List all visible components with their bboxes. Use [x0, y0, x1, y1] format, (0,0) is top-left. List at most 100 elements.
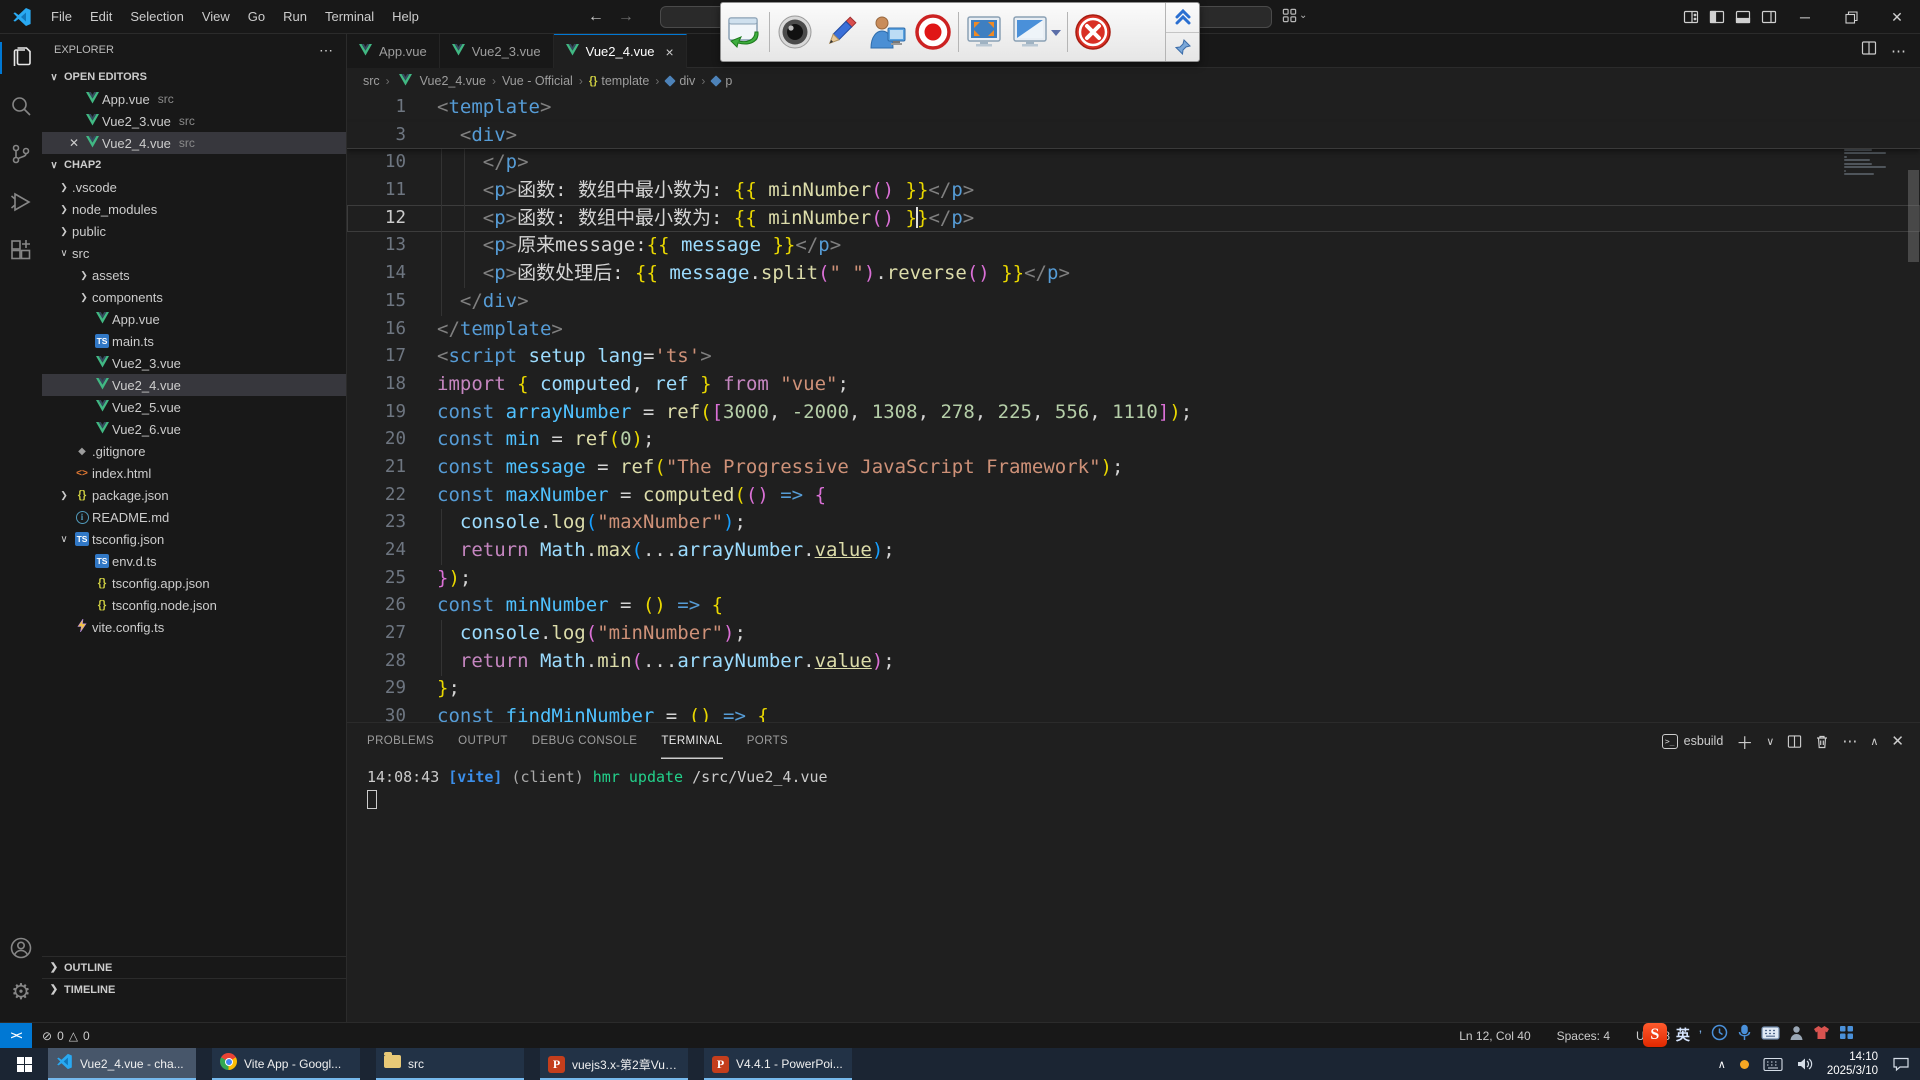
code-line[interactable]: 30const findMinNumber = () => { [347, 703, 1920, 722]
split-terminal-icon[interactable] [1787, 734, 1802, 749]
layout-grid-dropdown-icon[interactable]: ⌄ [1282, 8, 1307, 23]
panel-tab-output[interactable]: OUTPUT [458, 723, 508, 759]
menu-view[interactable]: View [193, 5, 239, 28]
panel-more-actions-icon[interactable]: ⋯ [1842, 732, 1857, 750]
tree-item-components[interactable]: ❯components [42, 286, 346, 308]
close-capture-icon[interactable] [1070, 6, 1116, 58]
tree-item-vue2-6-vue[interactable]: Vue2_6.vue [42, 418, 346, 440]
notification-center-icon[interactable] [1892, 1056, 1910, 1072]
code-line[interactable]: 16</template> [347, 316, 1920, 344]
region-capture-icon[interactable] [1007, 6, 1065, 58]
taskbar-app[interactable]: Vite App - Googl... [212, 1048, 360, 1080]
code-line[interactable]: 23 console.log("maxNumber"); [347, 509, 1920, 537]
breadcrumb-item[interactable]: Vue2_4.vue [396, 74, 486, 89]
ime-mode-english[interactable]: 英 [1676, 1025, 1690, 1045]
tab-vue2_3-vue[interactable]: Vue2_3.vue [440, 34, 554, 68]
ime-person-icon[interactable] [1789, 1025, 1804, 1046]
presenter-icon[interactable] [864, 6, 910, 58]
hidden-icons-caret[interactable]: ∧ [1718, 1058, 1726, 1071]
taskbar-app[interactable]: Vue2_4.vue - cha... [48, 1048, 196, 1080]
section-timeline[interactable]: ❯TIMELINE [42, 978, 346, 1000]
split-editor-icon[interactable] [1861, 40, 1877, 61]
code-line[interactable]: 12 <p>函数: 数组中最小数为: {{ minNumber() }}</p> [347, 205, 1920, 233]
code-line[interactable]: 11 <p>函数: 数组中最小数为: {{ minNumber() }}</p> [347, 177, 1920, 205]
menu-help[interactable]: Help [383, 5, 428, 28]
tree-item-app-vue[interactable]: App.vue [42, 308, 346, 330]
code-line[interactable]: 29}; [347, 675, 1920, 703]
sogou-logo-icon[interactable]: S [1643, 1023, 1667, 1047]
tree-item-vue2-3-vue[interactable]: Vue2_3.vue [42, 352, 346, 374]
editor-more-actions-icon[interactable]: ⋯ [1891, 42, 1906, 60]
section-outline[interactable]: ❯OUTLINE [42, 956, 346, 978]
code-line[interactable]: 25}); [347, 565, 1920, 593]
extensions-icon[interactable] [0, 226, 42, 274]
tab-vue2_4-vue[interactable]: Vue2_4.vue× [554, 34, 687, 68]
tree-item-readme-md[interactable]: iREADME.md [42, 506, 346, 528]
code-line[interactable]: 1<template> [347, 94, 1920, 122]
close-tab-icon[interactable]: × [666, 44, 674, 60]
code-line[interactable]: 10 </p> [347, 149, 1920, 177]
code-line[interactable]: 20const min = ref(0); [347, 426, 1920, 454]
fullscreen-capture-icon[interactable] [961, 6, 1007, 58]
indentation-status[interactable]: Spaces: 4 [1557, 1029, 1610, 1043]
taskbar-app[interactable]: src [376, 1048, 524, 1080]
open-editor-item[interactable]: ✕Vue2_4.vuesrc [42, 132, 346, 154]
ime-keyboard-icon[interactable] [1761, 1026, 1780, 1045]
cursor-position-status[interactable]: Ln 12, Col 40 [1459, 1029, 1530, 1043]
tree-item--gitignore[interactable]: ◆.gitignore [42, 440, 346, 462]
code-line[interactable]: 21const message = ref("The Progressive J… [347, 454, 1920, 482]
code-line[interactable]: 15 </div> [347, 288, 1920, 316]
maximize-panel-icon[interactable]: ∧ [1870, 735, 1878, 748]
ime-skin-shirt-icon[interactable] [1813, 1025, 1830, 1045]
open-editors-header[interactable]: ∨OPEN EDITORS [42, 66, 346, 88]
code-line[interactable]: 13 <p>原来message:{{ message }}</p> [347, 232, 1920, 260]
tab-app-vue[interactable]: App.vue [347, 34, 440, 68]
kill-terminal-icon[interactable] [1815, 734, 1829, 749]
minimize-button[interactable]: ─ [1782, 0, 1828, 34]
panel-tab-debug-console[interactable]: DEBUG CONSOLE [532, 723, 638, 759]
code-line[interactable]: 22const maxNumber = computed(() => { [347, 482, 1920, 510]
pin-icon[interactable] [1166, 33, 1199, 62]
terminal-profile[interactable]: >_ esbuild [1662, 734, 1724, 749]
collapse-chevrons-icon[interactable] [1166, 3, 1199, 33]
explorer-more-actions-icon[interactable]: ⋯ [319, 42, 334, 59]
ime-grid-menu-icon[interactable] [1839, 1025, 1854, 1045]
settings-gear-icon[interactable]: ⚙ [0, 970, 42, 1014]
pencil-annotate-icon[interactable] [818, 6, 864, 58]
tree-item-tsconfig-json[interactable]: ∨TStsconfig.json [42, 528, 346, 550]
run-debug-icon[interactable] [0, 178, 42, 226]
close-panel-icon[interactable]: ✕ [1891, 732, 1904, 750]
tree-item--vscode[interactable]: ❯.vscode [42, 176, 346, 198]
source-control-icon[interactable] [0, 130, 42, 178]
account-icon[interactable] [0, 926, 42, 970]
editor-scrollbar[interactable] [1907, 94, 1920, 722]
record-icon[interactable] [910, 6, 956, 58]
code-line[interactable]: 3 <div> [347, 122, 1920, 150]
toggle-secondary-sidebar-icon[interactable] [1756, 0, 1782, 34]
toggle-sidebar-icon[interactable] [1704, 0, 1730, 34]
code-line[interactable]: 27 console.log("minNumber"); [347, 620, 1920, 648]
close-window-button[interactable]: ✕ [1874, 0, 1920, 34]
window-replay-icon[interactable] [721, 6, 767, 58]
tree-item-env-d-ts[interactable]: TSenv.d.ts [42, 550, 346, 572]
tree-item-vue2-5-vue[interactable]: Vue2_5.vue [42, 396, 346, 418]
restore-button[interactable] [1828, 0, 1874, 34]
project-folder-header[interactable]: ∨CHAP2 [42, 154, 346, 176]
breadcrumb-item[interactable]: div [665, 74, 695, 88]
panel-tab-problems[interactable]: PROBLEMS [367, 723, 434, 759]
terminal-output[interactable]: 14:08:43 [vite] (client) hmr update /src… [347, 759, 1920, 809]
ime-microphone-icon[interactable] [1737, 1024, 1752, 1046]
start-button[interactable] [0, 1048, 48, 1080]
explorer-icon[interactable] [0, 34, 42, 82]
tree-item-vue2-4-vue[interactable]: Vue2_4.vue [42, 374, 346, 396]
taskbar-clock[interactable]: 14:102025/3/10 [1827, 1050, 1878, 1079]
new-terminal-icon[interactable]: ＋ [1736, 729, 1753, 754]
code-line[interactable]: 18import { computed, ref } from "vue"; [347, 371, 1920, 399]
remote-indicator[interactable]: >< [0, 1023, 32, 1049]
open-editor-item[interactable]: Vue2_3.vuesrc [42, 110, 346, 132]
menu-terminal[interactable]: Terminal [316, 5, 383, 28]
profile-dropdown-icon[interactable]: ∨ [1766, 735, 1774, 748]
tree-item-node-modules[interactable]: ❯node_modules [42, 198, 346, 220]
tree-item-vite-config-ts[interactable]: vite.config.ts [42, 616, 346, 638]
menu-edit[interactable]: Edit [81, 5, 121, 28]
